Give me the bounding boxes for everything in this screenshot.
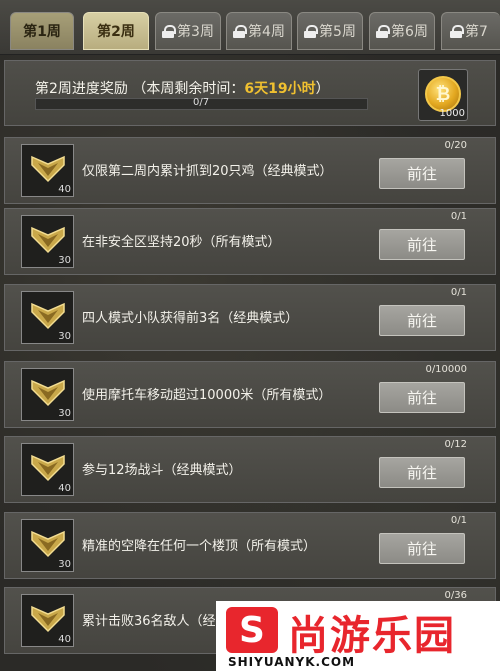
reward-count: 1000 — [439, 108, 465, 119]
task-description: 精准的空降在任何一个楼顶（所有模式） — [82, 539, 317, 554]
badge-points: 40 — [58, 483, 71, 494]
rank-badge: 30 — [21, 519, 74, 572]
tab-week-6[interactable]: 第6周 — [369, 12, 435, 50]
week-tab-bar: 第1周 第2周 第3周 第4周 第5周 第6周 第7 — [0, 0, 500, 55]
tab-week-7[interactable]: 第7 — [441, 12, 500, 50]
task-progress: 0/1 — [450, 515, 467, 526]
lock-icon — [304, 24, 319, 38]
tab-label: 第1周 — [23, 24, 61, 40]
tab-label: 第5周 — [319, 24, 356, 40]
chevron-badge-icon — [31, 226, 65, 254]
badge-points: 30 — [58, 559, 71, 570]
tab-week-3[interactable]: 第3周 — [155, 12, 221, 50]
chevron-badge-icon — [31, 379, 65, 407]
go-button[interactable]: 前往 — [379, 382, 465, 413]
task-row: 30 四人模式小队获得前3名（经典模式） 0/1 前往 — [4, 284, 496, 351]
rank-badge: 40 — [21, 144, 74, 197]
task-description: 在非安全区坚持20秒（所有模式） — [82, 235, 281, 250]
badge-points: 30 — [58, 255, 71, 266]
tab-label: 第7 — [465, 24, 488, 40]
site-watermark: S 尚游乐园 SHIYUANYK.COM — [216, 601, 500, 671]
tab-label: 第4周 — [248, 24, 285, 40]
chevron-badge-icon — [31, 530, 65, 558]
chevron-badge-icon — [31, 155, 65, 183]
remaining-days: 6天 — [244, 81, 269, 97]
progress-title: 第2周进度奖励 （本周剩余时间：6天19小时） — [35, 81, 330, 97]
chevron-badge-icon — [31, 605, 65, 633]
rank-badge: 30 — [21, 215, 74, 268]
tab-label: 第3周 — [177, 24, 214, 40]
task-progress: 0/1 — [450, 287, 467, 298]
task-progress: 0/1 — [450, 211, 467, 222]
task-row: 30 精准的空降在任何一个楼顶（所有模式） 0/1 前往 — [4, 512, 496, 579]
watermark-url: SHIYUANYK.COM — [228, 655, 356, 669]
rank-badge: 40 — [21, 443, 74, 496]
task-description: 累计击败36名敌人（经 — [82, 614, 216, 629]
go-button[interactable]: 前往 — [379, 229, 465, 260]
lock-icon — [233, 24, 248, 38]
watermark-name: 尚游乐园 — [288, 613, 456, 659]
remaining-hours: 19小时 — [268, 81, 316, 97]
weekly-progress-panel: 第2周进度奖励 （本周剩余时间：6天19小时） 0/7 ₿ 1000 — [4, 60, 496, 126]
lock-icon — [450, 24, 464, 38]
rank-badge: 40 — [21, 594, 74, 647]
tab-week-5[interactable]: 第5周 — [297, 12, 363, 50]
progress-count: 0/7 — [193, 97, 210, 108]
task-progress: 0/36 — [444, 590, 467, 601]
task-description: 使用摩托车移动超过10000米（所有模式） — [82, 388, 332, 403]
task-description: 参与12场战斗（经典模式） — [82, 463, 242, 478]
task-description: 四人模式小队获得前3名（经典模式） — [82, 311, 299, 326]
tab-week-4[interactable]: 第4周 — [226, 12, 292, 50]
tab-label: 第6周 — [391, 24, 428, 40]
lock-icon — [376, 24, 391, 38]
rank-badge: 30 — [21, 368, 74, 421]
reward-item[interactable]: ₿ 1000 — [418, 69, 468, 121]
badge-points: 30 — [58, 331, 71, 342]
chevron-badge-icon — [31, 302, 65, 330]
task-row: 30 使用摩托车移动超过10000米（所有模式） 0/10000 前往 — [4, 361, 496, 428]
coin-icon: ₿ — [425, 76, 461, 112]
go-button[interactable]: 前往 — [379, 305, 465, 336]
go-button[interactable]: 前往 — [379, 457, 465, 488]
badge-points: 30 — [58, 408, 71, 419]
go-button[interactable]: 前往 — [379, 533, 465, 564]
tab-label: 第2周 — [97, 24, 135, 40]
task-progress: 0/20 — [444, 140, 467, 151]
rank-badge: 30 — [21, 291, 74, 344]
task-row: 40 仅限第二周内累计抓到20只鸡（经典模式） 0/20 前往 — [4, 137, 496, 204]
lock-icon — [162, 24, 177, 38]
task-progress: 0/10000 — [425, 364, 467, 375]
task-progress: 0/12 — [444, 439, 467, 450]
task-description: 仅限第二周内累计抓到20只鸡（经典模式） — [82, 164, 333, 179]
go-button[interactable]: 前往 — [379, 158, 465, 189]
chevron-badge-icon — [31, 454, 65, 482]
task-row: 40 参与12场战斗（经典模式） 0/12 前往 — [4, 436, 496, 503]
badge-points: 40 — [58, 184, 71, 195]
tab-week-2[interactable]: 第2周 — [83, 12, 149, 50]
task-row: 30 在非安全区坚持20秒（所有模式） 0/1 前往 — [4, 208, 496, 275]
tab-week-1[interactable]: 第1周 — [10, 12, 74, 50]
watermark-logo: S — [226, 607, 278, 653]
badge-points: 40 — [58, 634, 71, 645]
